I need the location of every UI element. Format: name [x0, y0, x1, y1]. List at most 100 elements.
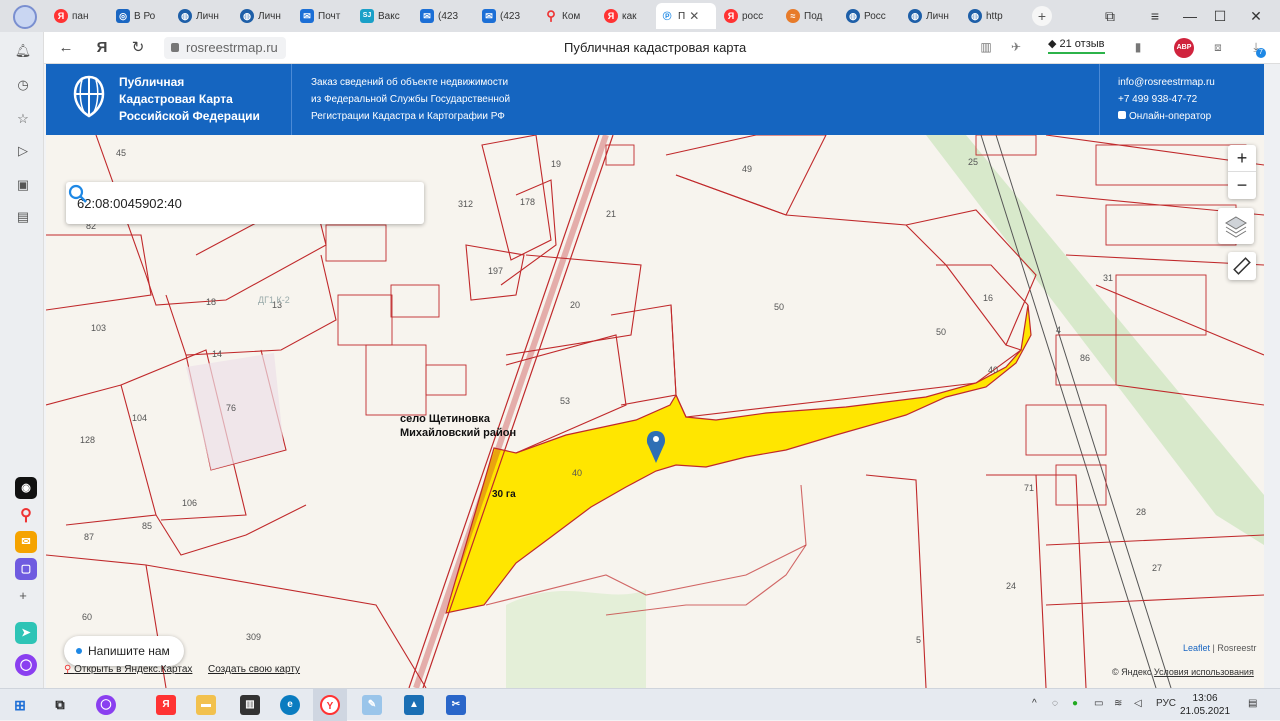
extensions-icon[interactable]: ⧈ [1210, 40, 1226, 56]
tab[interactable]: ◍ Росс [842, 3, 900, 29]
reload-icon[interactable]: ↻ [128, 38, 148, 58]
protect-icon[interactable]: ✈ [1008, 40, 1024, 56]
yandex-icon: Я [54, 9, 68, 23]
downloads-icon[interactable]: ⤓ 7 [1248, 40, 1266, 58]
tab-active[interactable]: ℗ П ✕ [656, 3, 716, 29]
online-dot-icon [76, 648, 82, 654]
leaflet-link[interactable]: Leaflet [1183, 643, 1210, 653]
close-tab-icon[interactable]: ✕ [689, 9, 699, 23]
browser-menu-icon[interactable]: ≡ [1145, 6, 1165, 26]
notifications-icon[interactable]: ▤ [1248, 698, 1257, 709]
send-app-icon[interactable]: ➤ [15, 622, 37, 644]
alice-taskbar-icon[interactable]: ◯ [96, 695, 116, 715]
ruler-button[interactable] [1228, 252, 1256, 280]
tab-manager-icon[interactable]: ⧉ [1100, 6, 1120, 26]
tab[interactable]: ◎ В Ро [112, 3, 170, 29]
photos-icon[interactable]: ▲ [404, 695, 424, 715]
cadastral-number-input[interactable] [66, 182, 376, 224]
tab[interactable]: Яросс [720, 3, 778, 29]
p-icon: ℗ [662, 9, 672, 23]
windows-start-icon[interactable]: ⊞ [10, 695, 30, 715]
app-icon: ◎ [116, 9, 130, 23]
parcel-label: 76 [226, 403, 237, 413]
bookmark-icon[interactable]: ▮ [1130, 40, 1146, 56]
tab[interactable]: ✉ (423 [478, 3, 536, 29]
terms-link[interactable]: Условия использования [1154, 667, 1254, 677]
clock[interactable]: 13:06 21.05.2021 [1180, 692, 1230, 718]
tray-status-icon[interactable]: ● [1072, 698, 1078, 709]
back-icon[interactable]: ← [56, 38, 76, 58]
reviews-button[interactable]: ◆ 21 отзыв [1048, 37, 1105, 54]
task-view-icon[interactable]: ⧉ [50, 695, 70, 715]
edge-icon[interactable]: e [280, 695, 300, 715]
parcel-label: 24 [1006, 581, 1017, 591]
parcel-label: 14 [212, 349, 223, 359]
maximize-icon[interactable]: ☐ [1210, 6, 1230, 26]
collections-icon[interactable]: ▣ [14, 176, 32, 194]
search-icon[interactable] [66, 182, 90, 206]
tab[interactable]: ◍ Личн [174, 3, 232, 29]
calendar-icon[interactable]: ▤ [14, 208, 32, 226]
star-icon[interactable]: ☆ [14, 110, 32, 128]
zoom-in-button[interactable]: + [1228, 145, 1256, 172]
yandex-home-icon[interactable]: Я [92, 38, 112, 58]
tab[interactable]: ⚲ Ком [540, 3, 598, 29]
yandex-taskbar-icon[interactable]: Я [156, 695, 176, 715]
order-info-link[interactable]: Заказ сведений об объекте недвижимости и… [311, 74, 510, 125]
cadastral-map[interactable]: 45 82 19 178 312 21 49 25 197 20 50 16 5… [46, 135, 1264, 688]
music-app-icon[interactable]: ◉ [15, 477, 37, 499]
tray-expand-icon[interactable]: ^ [1032, 698, 1037, 709]
parcel-label: 4 [1056, 325, 1062, 335]
globe-logo-icon[interactable] [72, 74, 106, 118]
close-window-icon[interactable]: ✕ [1246, 6, 1266, 26]
language-indicator[interactable]: РУС [1156, 698, 1176, 709]
tray-app-icon[interactable]: ◌ [1052, 698, 1058, 709]
phone-link[interactable]: +7 499 938-47-72 [1118, 91, 1215, 108]
wifi-icon[interactable]: ≋ [1114, 698, 1122, 709]
parcel-label: 28 [1136, 507, 1147, 517]
add-app-icon[interactable]: + [14, 587, 32, 605]
zoom-out-button[interactable]: − [1228, 172, 1256, 199]
tab[interactable]: Япан [50, 3, 108, 29]
minimize-icon[interactable]: — [1180, 6, 1200, 26]
chat-button[interactable]: Напишите нам [64, 636, 184, 666]
tab[interactable]: ◍ Личн [236, 3, 294, 29]
file-explorer-icon[interactable]: ▬ [196, 695, 216, 715]
play-icon[interactable]: ▷ [14, 142, 32, 160]
snip-icon[interactable]: ✂ [446, 695, 466, 715]
bell-icon[interactable]: 🔔︎ [14, 42, 32, 60]
email-link[interactable]: info@rosreestrmap.ru [1118, 74, 1215, 91]
adblock-icon[interactable]: ABP [1174, 38, 1194, 58]
browser-profile-avatar[interactable] [13, 5, 37, 29]
chat-icon [1118, 111, 1126, 119]
map-attribution: Leaflet | Rosreestr [1183, 643, 1257, 653]
tab-icon[interactable]: ▥ [978, 40, 994, 56]
tab[interactable]: SJ Вакс [356, 3, 414, 29]
yandex-browser-icon[interactable]: Y [320, 695, 340, 715]
url-field[interactable]: rosreestrmap.ru [164, 37, 286, 59]
tab[interactable]: ✉ (423 [416, 3, 474, 29]
create-map-link[interactable]: Создать свою карту [208, 664, 300, 675]
online-operator-link[interactable]: Онлайн-оператор [1118, 108, 1215, 125]
tab[interactable]: ✉ Почт [296, 3, 354, 29]
site-logo-text[interactable]: Публичная Кадастровая Карта Российской Ф… [119, 74, 260, 125]
tab[interactable]: ◍ http [964, 3, 1022, 29]
yandex-icon: Я [604, 9, 618, 23]
history-icon[interactable]: ◷ [14, 76, 32, 94]
mail-app-icon[interactable]: ✉ [15, 531, 37, 553]
tab[interactable]: Якак [600, 3, 652, 29]
tab[interactable]: ≈ Под [782, 3, 840, 29]
volume-icon[interactable]: ◁ [1134, 698, 1142, 709]
alice-icon[interactable]: ◯ [15, 654, 37, 676]
new-tab-button[interactable]: + [1032, 6, 1052, 26]
battery-icon[interactable]: ▭ [1094, 698, 1103, 709]
layers-button[interactable] [1218, 208, 1254, 244]
tab[interactable]: ◍ Личн [904, 3, 962, 29]
app-taskbar-icon[interactable]: ▥ [240, 695, 260, 715]
open-yandex-maps-link[interactable]: ⚲ Открыть в Яндекс.Картах [64, 664, 192, 675]
parcel-label: 86 [1080, 353, 1091, 363]
maps-app-icon[interactable]: ⚲ [15, 505, 37, 527]
messenger-app-icon[interactable]: ▢ [15, 558, 37, 580]
paint-icon[interactable]: ✎ [362, 695, 382, 715]
page-scrollbar[interactable] [1264, 64, 1280, 688]
